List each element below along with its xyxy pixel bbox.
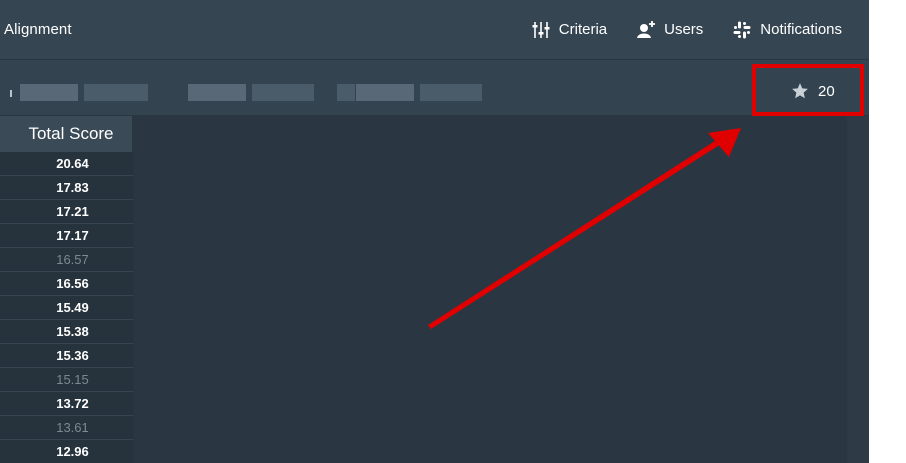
top-nav: Criteria Users Notifications	[502, 0, 842, 59]
column-header-total-score[interactable]: Total Score	[0, 116, 133, 152]
redacted-text	[20, 84, 78, 101]
table-row[interactable]: 13.61	[0, 416, 133, 440]
table-row[interactable]: 16.56	[0, 272, 133, 296]
slack-icon	[733, 21, 751, 38]
nav-users-label: Users	[664, 21, 704, 38]
redacted-text	[188, 84, 246, 101]
star-button[interactable]: 20	[791, 82, 835, 100]
app-window: Alignment Criteria Users Notifications T…	[0, 0, 869, 463]
nav-users[interactable]: Users	[636, 20, 703, 40]
nav-notifications[interactable]: Notifications	[732, 20, 842, 40]
redacted-text	[84, 84, 148, 101]
top-navigation-bar: Alignment Criteria Users Notifications	[0, 0, 869, 60]
add-user-icon	[637, 20, 656, 38]
table-row[interactable]: 15.15	[0, 368, 133, 392]
nav-criteria-label: Criteria	[558, 21, 608, 38]
table-row[interactable]: 17.21	[0, 200, 133, 224]
star-count: 20	[818, 82, 835, 100]
redacted-text	[10, 90, 12, 97]
nav-criteria[interactable]: Criteria	[531, 20, 607, 40]
table-row[interactable]: 13.72	[0, 392, 133, 416]
table-body: 20.64 17.83 17.21 17.17 16.57 16.56 15.49 15.38…	[0, 152, 133, 463]
scrollbar[interactable]	[847, 116, 869, 463]
table-row[interactable]: 17.83	[0, 176, 133, 200]
sliders-icon	[532, 21, 550, 38]
table-row[interactable]: 15.49	[0, 296, 133, 320]
scores-table: Total Score 20.64 17.83 17.21 17.17 16.57 16.…	[0, 116, 133, 463]
redacted-text	[356, 84, 414, 101]
redacted-text	[252, 84, 314, 101]
star-icon	[792, 83, 808, 99]
table-row[interactable]: 16.57	[0, 248, 133, 272]
table-row[interactable]: 17.17	[0, 224, 133, 248]
table-row[interactable]: 15.38	[0, 320, 133, 344]
table-row[interactable]: 15.36	[0, 344, 133, 368]
nav-notifications-label: Notifications	[760, 21, 842, 38]
star-count-highlight: 20	[752, 64, 864, 116]
redacted-text	[420, 84, 482, 101]
redacted-text	[337, 84, 355, 101]
table-row[interactable]: 20.64	[0, 152, 133, 176]
page-title: Alignment	[4, 21, 72, 38]
table-row[interactable]: 12.96	[0, 440, 133, 463]
